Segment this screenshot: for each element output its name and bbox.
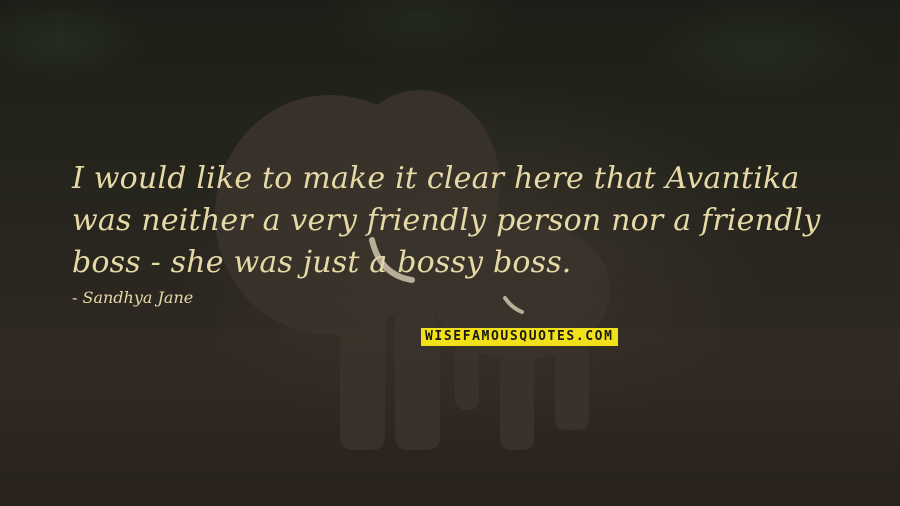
brand-logo: WISEFAMOUSQUOTES.COM [421, 328, 618, 346]
adult-elephant-leg [340, 300, 385, 450]
quote-author: - Sandhya Jane [72, 288, 194, 307]
quote-card: I would like to make it clear here that … [0, 0, 900, 506]
quote-text: I would like to make it clear here that … [72, 161, 821, 280]
calf-elephant-trunk [455, 300, 479, 410]
calf-elephant-leg [500, 330, 534, 450]
